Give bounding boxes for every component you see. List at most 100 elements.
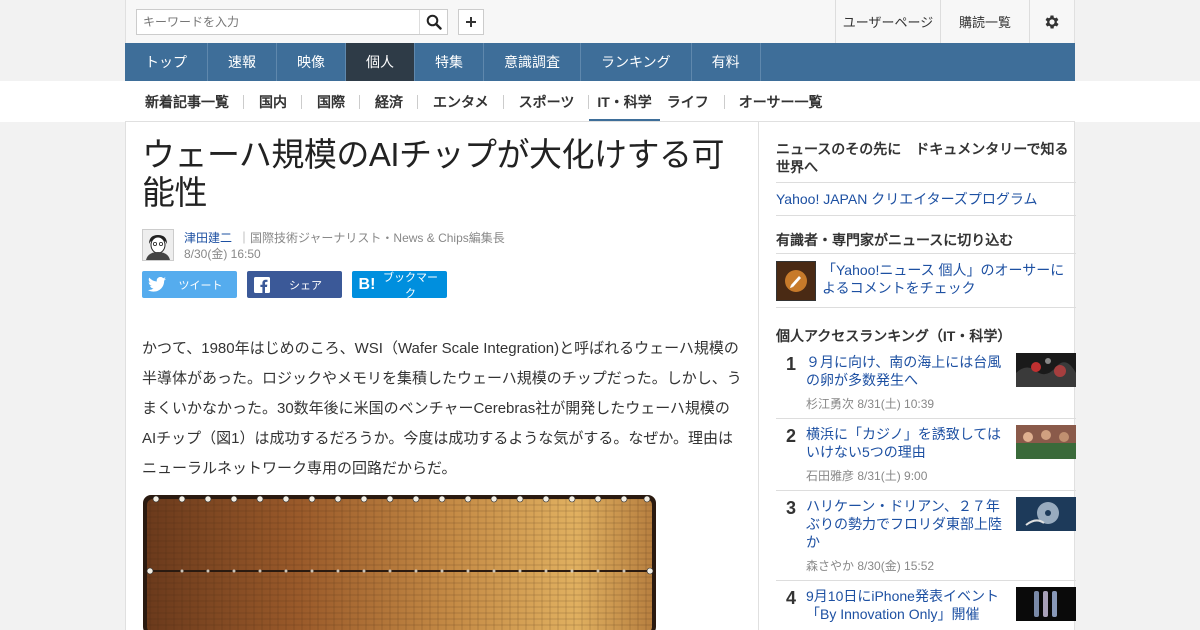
facebook-share-label: シェア [289, 279, 322, 292]
plus-icon [466, 17, 476, 27]
author-avatar[interactable] [142, 229, 174, 261]
ranking-item[interactable]: 2 横浜に「カジノ」を誘致してはいけない5つの理由 石田雅彦 8/31(土) 9… [776, 419, 1076, 491]
rank-body: 横浜に「カジノ」を誘致してはいけない5つの理由 石田雅彦 8/31(土) 9:0… [806, 425, 1016, 484]
rank-thumbnail [1016, 353, 1076, 387]
facebook-icon [247, 276, 277, 293]
hatena-bookmark-icon: B! [358, 275, 376, 293]
twitter-icon [142, 277, 172, 292]
article-body: かつて、1980年はじめのころ、WSI（Wafer Scale Integrat… [142, 340, 742, 477]
top-bar-inner: ユーザーページ 購読一覧 [125, 0, 1075, 43]
sidebar: ニュースのその先に ドキュメンタリーで知る世界へ Yahoo! JAPAN クリ… [760, 122, 1076, 630]
search-button[interactable] [419, 10, 447, 34]
nav-item-breaking[interactable]: 速報 [208, 43, 277, 81]
subnav-item-life[interactable]: ライフ [660, 81, 725, 122]
gear-icon [1045, 14, 1059, 29]
hatena-bookmark-button[interactable]: B! ブックマーク [352, 271, 447, 300]
content-area: ウェーハ規模のAIチップが大化けする可能性 津田建二 ｜国際技術ジャーナリスト・… [125, 121, 1076, 630]
wafer-chip-photo [142, 493, 657, 630]
subnav-label: エンタメ [433, 93, 489, 110]
nav-item-top[interactable]: トップ [125, 43, 208, 81]
add-button[interactable] [458, 9, 484, 35]
subnav-item-international[interactable]: 国際 [302, 81, 360, 122]
rank-number: 3 [785, 498, 796, 518]
experts-heading: 有識者・専門家がニュースに切り込む [776, 231, 1076, 254]
nav-item-video[interactable]: 映像 [277, 43, 346, 81]
nav-item-ranking[interactable]: ランキング [581, 43, 692, 81]
subnav-item-sports[interactable]: スポーツ [504, 81, 590, 122]
rank-author: 森さやか [806, 559, 855, 573]
subnav-item-it-science[interactable]: IT・科学 [589, 81, 661, 122]
tweet-label: ツイート [178, 279, 223, 292]
settings-button[interactable] [1029, 0, 1074, 43]
ranking-block: 個人アクセスランキング（IT・科学） 1 ９月に向け、南の海上には台風の卵が多数… [776, 327, 1076, 629]
subscriptions-link[interactable]: 購読一覧 [940, 0, 1029, 43]
subnav-label: 新着記事一覧 [145, 93, 229, 110]
rank-title[interactable]: 横浜に「カジノ」を誘致してはいけない5つの理由 [806, 425, 1008, 461]
rank-body: 9月10日にiPhone発表イベント「By Innovation Only」開催 [806, 587, 1016, 623]
subnav-label: IT・科学 [597, 93, 652, 110]
subnav-label: 経済 [375, 93, 403, 110]
rank-number: 1 [785, 354, 796, 374]
nav-item-survey[interactable]: 意識調査 [484, 43, 581, 81]
creators-program-block: ニュースのその先に ドキュメンタリーで知る世界へ Yahoo! JAPAN クリ… [776, 140, 1076, 216]
rank-thumbnail [1016, 497, 1076, 531]
search-box [136, 9, 448, 35]
wafer-chip-image [142, 493, 657, 630]
rank-body: ９月に向け、南の海上には台風の卵が多数発生へ 杉江勇次 8/31(土) 10:3… [806, 353, 1016, 412]
rank-title[interactable]: ９月に向け、南の海上には台風の卵が多数発生へ [806, 353, 1008, 389]
article-title: ウェーハ規模のAIチップが大化けする可能性 [142, 136, 725, 211]
subnav-label: オーサー一覧 [738, 93, 823, 110]
creators-program-heading: ニュースのその先に ドキュメンタリーで知る世界へ [776, 140, 1076, 183]
ranking-heading: 個人アクセスランキング（IT・科学） [776, 328, 1012, 344]
nav-item-paid[interactable]: 有料 [692, 43, 761, 81]
top-bar: ユーザーページ 購読一覧 [0, 0, 1200, 43]
subnav-label: スポーツ [518, 93, 575, 110]
ranking-item[interactable]: 4 9月10日にiPhone発表イベント「By Innovation Only」… [776, 581, 1076, 629]
user-page-link[interactable]: ユーザーページ [835, 0, 940, 43]
subnav-item-domestic[interactable]: 国内 [244, 81, 302, 122]
article-date: 8/30(金) 16:50 [184, 247, 261, 261]
subnav-item-entertainment[interactable]: エンタメ [418, 81, 504, 122]
sub-nav-bar: 新着記事一覧 国内 国際 経済 エンタメ スポーツ IT・科学 ライフ オーサー… [0, 81, 1200, 122]
subnav-label: 国際 [317, 93, 345, 110]
rank-title[interactable]: 9月10日にiPhone発表イベント「By Innovation Only」開催 [806, 587, 1008, 623]
rank-number: 4 [785, 588, 796, 608]
author-title: ｜国際技術ジャーナリスト・News & Chips編集長 [238, 231, 505, 245]
page: ユーザーページ 購読一覧 トップ 速報 映像 個人 特集 意識調査 ランキング … [0, 0, 1200, 630]
search-input[interactable] [137, 10, 419, 34]
rank-title[interactable]: ハリケーン・ドリアン、２７年ぶりの勢力でフロリダ東部上陸か [806, 497, 1008, 551]
subnav-label: 国内 [259, 93, 287, 110]
rank-meta: 杉江勇次 8/31(土) 10:39 [806, 395, 1008, 412]
experts-promo[interactable]: 「Yahoo!ニュース 個人」のオーサーによるコメントをチェック [776, 254, 1076, 308]
nav-item-features[interactable]: 特集 [415, 43, 484, 81]
author-name-link[interactable]: 津田建二 [184, 229, 232, 246]
experts-block: 有識者・専門家がニュースに切り込む 「Yahoo!ニュース 個人」のオーサーによ… [776, 231, 1076, 308]
author-info: 津田建二 ｜国際技術ジャーナリスト・News & Chips編集長 8/30(金… [142, 229, 742, 261]
rank-thumbnail [1016, 587, 1076, 621]
hatena-bookmark-label: ブックマーク [383, 271, 438, 300]
ranking-item[interactable]: 3 ハリケーン・ドリアン、２７年ぶりの勢力でフロリダ東部上陸か 森さやか 8/3… [776, 491, 1076, 581]
subnav-label: ライフ [666, 93, 709, 110]
search-icon [426, 14, 442, 30]
rank-meta: 森さやか 8/30(金) 15:52 [806, 557, 1008, 574]
sub-nav: 新着記事一覧 国内 国際 経済 エンタメ スポーツ IT・科学 ライフ オーサー… [125, 81, 838, 122]
rank-author: 石田雅彦 [806, 469, 855, 483]
facebook-share-button[interactable]: シェア [247, 271, 342, 298]
nav-item-individual[interactable]: 個人 [346, 43, 415, 81]
experts-promo-text: 「Yahoo!ニュース 個人」のオーサーによるコメントをチェック [822, 262, 1065, 296]
tweet-button[interactable]: ツイート [142, 271, 237, 298]
rank-date: 8/30(金) 15:52 [857, 559, 935, 573]
rank-author: 杉江勇次 [806, 397, 855, 411]
subnav-item-authors[interactable]: オーサー一覧 [724, 81, 838, 122]
main-nav: トップ 速報 映像 個人 特集 意識調査 ランキング 有料 [125, 43, 1075, 81]
comment-icon [776, 261, 816, 301]
article: ウェーハ規模のAIチップが大化けする可能性 津田建二 ｜国際技術ジャーナリスト・… [126, 122, 759, 630]
rank-thumbnail [1016, 425, 1076, 459]
subnav-item-latest[interactable]: 新着記事一覧 [125, 81, 244, 122]
top-links: ユーザーページ 購読一覧 [835, 0, 1074, 43]
rank-body: ハリケーン・ドリアン、２７年ぶりの勢力でフロリダ東部上陸か 森さやか 8/30(… [806, 497, 1016, 574]
creators-program-link[interactable]: Yahoo! JAPAN クリエイターズプログラム [776, 183, 1076, 216]
ranking-item[interactable]: 1 ９月に向け、南の海上には台風の卵が多数発生へ 杉江勇次 8/31(土) 10… [776, 347, 1076, 419]
rank-date: 8/31(土) 9:00 [857, 469, 928, 483]
subnav-item-economy[interactable]: 経済 [360, 81, 418, 122]
